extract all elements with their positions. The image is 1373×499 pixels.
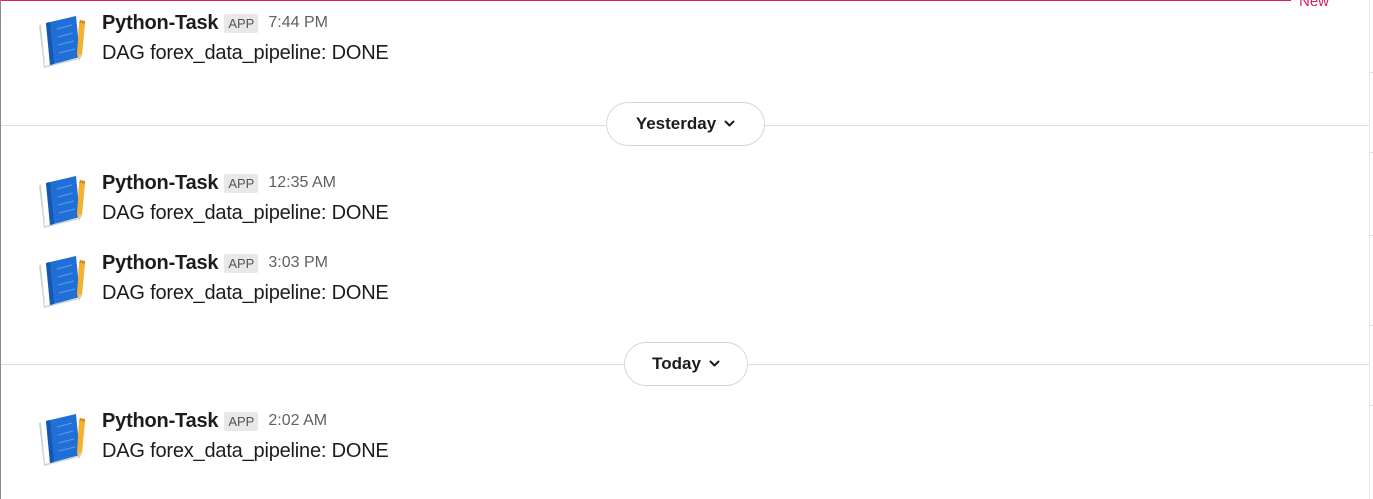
chevron-down-icon bbox=[724, 120, 735, 127]
message-timestamp[interactable]: 12:35 AM bbox=[268, 174, 336, 192]
notebook-pencil-icon[interactable] bbox=[35, 253, 91, 311]
sender-name[interactable]: Python-Task bbox=[102, 12, 219, 35]
app-badge: APP bbox=[224, 253, 259, 273]
message-item[interactable]: Python-Task APP 2:02 AM DAG forex_data_p… bbox=[1, 398, 1369, 468]
scrollbar-track[interactable] bbox=[1369, 0, 1370, 499]
message-item[interactable]: Python-Task APP 12:35 AM DAG forex_data_… bbox=[1, 160, 1369, 230]
message-text: DAG forex_data_pipeline: DONE bbox=[102, 440, 389, 462]
message-text: DAG forex_data_pipeline: DONE bbox=[102, 42, 389, 64]
sender-name[interactable]: Python-Task bbox=[102, 172, 219, 195]
chevron-down-icon bbox=[709, 360, 720, 367]
app-badge: APP bbox=[224, 411, 259, 431]
app-badge: APP bbox=[224, 173, 259, 193]
message-timestamp[interactable]: 7:44 PM bbox=[268, 14, 328, 32]
day-divider-today-button[interactable]: Today bbox=[624, 342, 748, 386]
message-item[interactable]: Python-Task APP 3:03 PM DAG forex_data_p… bbox=[1, 240, 1369, 310]
day-divider-label: Yesterday bbox=[635, 114, 717, 133]
day-divider-yesterday-button[interactable]: Yesterday bbox=[606, 102, 765, 146]
message-item[interactable]: Python-Task APP 7:44 PM DAG forex_data_p… bbox=[1, 0, 1369, 70]
notebook-pencil-icon[interactable] bbox=[35, 411, 91, 469]
app-badge: APP bbox=[224, 13, 259, 33]
notebook-pencil-icon[interactable] bbox=[35, 13, 91, 71]
message-timestamp[interactable]: 2:02 AM bbox=[268, 412, 327, 430]
message-text: DAG forex_data_pipeline: DONE bbox=[102, 202, 389, 224]
notebook-pencil-icon[interactable] bbox=[35, 173, 91, 231]
message-text: DAG forex_data_pipeline: DONE bbox=[102, 282, 389, 304]
sender-name[interactable]: Python-Task bbox=[102, 252, 219, 275]
message-timestamp[interactable]: 3:03 PM bbox=[268, 254, 328, 272]
sender-name[interactable]: Python-Task bbox=[102, 410, 219, 433]
day-divider-label: Today bbox=[652, 354, 701, 373]
message-history-pane: New Python-Task APP 7:44 PM DAG forex_da… bbox=[0, 0, 1373, 499]
